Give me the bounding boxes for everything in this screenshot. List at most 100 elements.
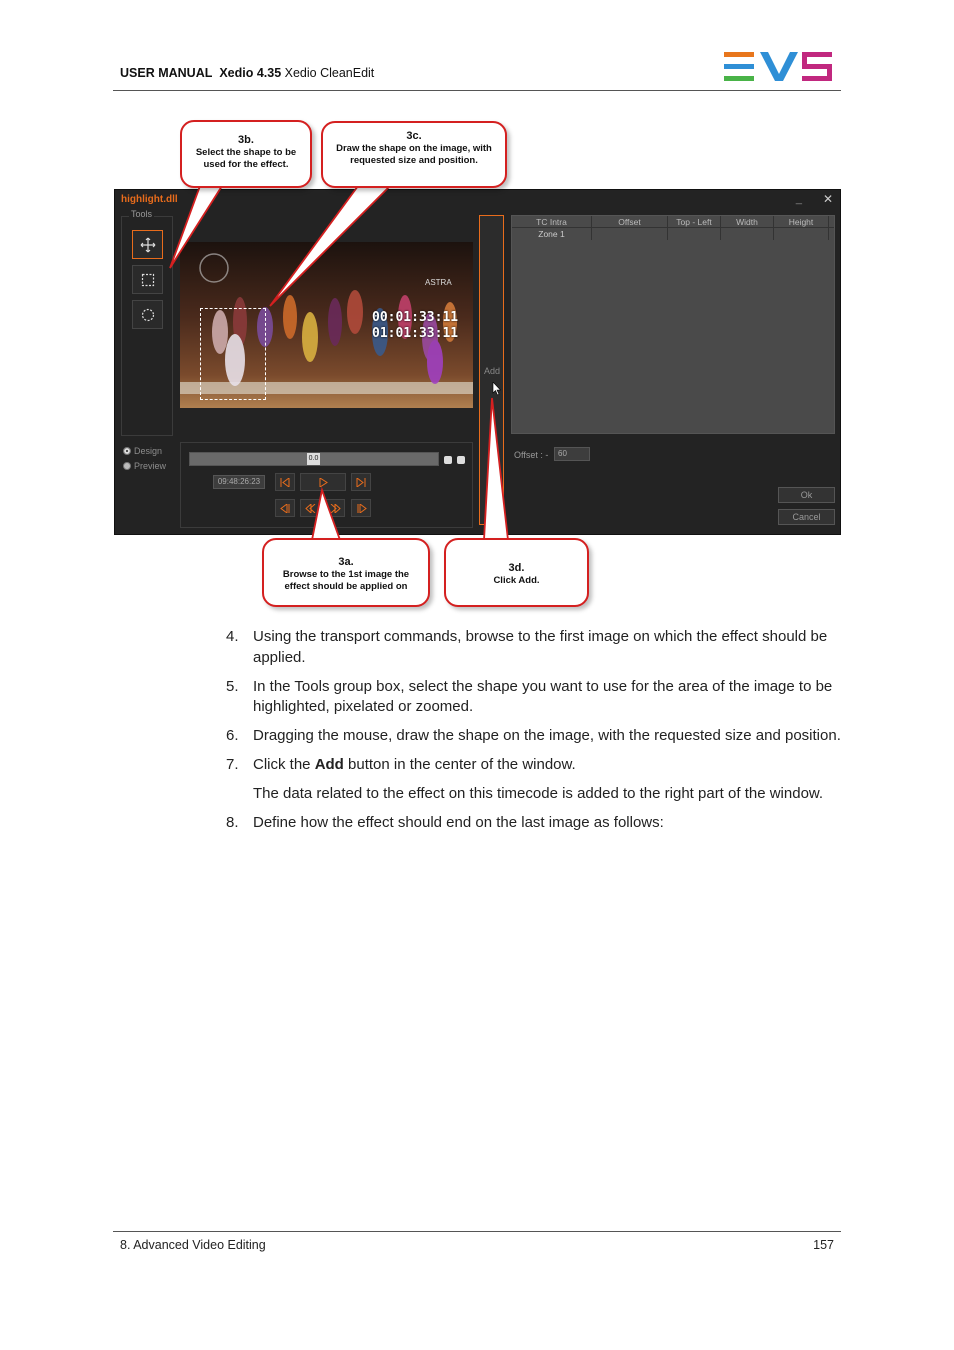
step-4: 4. Using the transport commands, browse …	[226, 627, 841, 668]
table-cell	[721, 228, 774, 240]
add-button-label: Add	[484, 366, 501, 376]
table-row[interactable]: Zone 1	[512, 228, 834, 240]
callout-3c-number: 3c.	[406, 130, 422, 142]
overlay-timecode-2: 01:01:33:11	[372, 326, 459, 341]
tools-group-label: Tools	[129, 209, 155, 219]
module-label: Xedio CleanEdit	[284, 66, 375, 80]
skip-end-icon	[356, 477, 365, 487]
timecode-field[interactable]: 09:48:26:23	[213, 475, 265, 489]
footer-divider	[113, 1231, 841, 1232]
preview-mode-radio[interactable]: Preview	[123, 461, 166, 471]
ellipse-tool-button[interactable]	[132, 300, 163, 329]
mark-in-dot[interactable]	[444, 456, 452, 464]
ok-button[interactable]: Ok	[778, 487, 835, 503]
timeline-handle[interactable]: 0.0	[307, 453, 320, 465]
step-text: Click the Add button in the center of th…	[253, 755, 841, 776]
astra-logo: ASTRA	[425, 278, 452, 287]
previous-frame-button[interactable]	[275, 499, 295, 517]
mark-out-dot[interactable]	[457, 456, 465, 464]
step-8: 8. Define how the effect should end on t…	[226, 813, 841, 834]
timeline-slider[interactable]: 0.0	[189, 452, 439, 466]
step-text-post: button in the center of the window.	[343, 756, 576, 773]
column-header[interactable]: Width	[721, 216, 774, 227]
play-icon	[319, 477, 328, 487]
manual-label: USER MANUAL	[120, 66, 213, 80]
callout-3a: 3a. Browse to the 1st image the effect s…	[262, 538, 430, 607]
step-number: 6.	[226, 727, 239, 744]
window-title: highlight.dll	[121, 194, 178, 205]
product-label: Xedio 4.35	[219, 66, 282, 80]
footer-page-number: 157	[813, 1238, 834, 1252]
next-frame-button[interactable]	[351, 499, 371, 517]
rectangle-select-icon	[141, 273, 154, 286]
step-text: Dragging the mouse, draw the shape on th…	[253, 727, 841, 744]
callout-3c-text: Draw the shape on the image, with reques…	[336, 143, 492, 166]
rectangle-tool-button[interactable]	[132, 265, 163, 294]
step-back-icon	[279, 503, 289, 513]
callout-3d-number: 3d.	[508, 562, 525, 574]
rewind-button[interactable]	[300, 499, 320, 517]
callout-3b-number: 3b.	[238, 134, 254, 146]
table-cell	[592, 228, 668, 240]
video-preview[interactable]: 00:01:33:11 01:01:33:11 ASTRA	[180, 242, 473, 408]
move-arrows-icon	[140, 237, 155, 252]
table-cell: Zone 1	[512, 228, 592, 240]
step-number: 7.	[226, 756, 239, 773]
overlay-timecode-1: 00:01:33:11	[372, 310, 459, 325]
effect-data-table: TC Intra Offset Top - Left Width Height …	[511, 215, 835, 434]
page-header: USER MANUAL Xedio 4.35 Xedio CleanEdit	[120, 66, 374, 80]
mouse-cursor-icon	[492, 382, 501, 396]
timecode-overlay: 00:01:33:11 01:01:33:11	[372, 310, 458, 342]
offset-input[interactable]: 60	[554, 447, 590, 461]
header-divider	[113, 90, 841, 91]
column-header[interactable]: TC Intra	[512, 216, 592, 227]
fast-forward-button[interactable]	[325, 499, 345, 517]
step-text-bold: Add	[314, 756, 344, 773]
callout-3c: 3c. Draw the shape on the image, with re…	[321, 121, 507, 188]
step-number: 5.	[226, 677, 239, 695]
footer-chapter: 8. Advanced Video Editing	[120, 1238, 266, 1252]
step-forward-icon	[357, 503, 367, 513]
offset-label: Offset : -	[514, 450, 548, 460]
design-mode-label: Design	[134, 446, 163, 456]
cancel-button[interactable]: Cancel	[778, 509, 835, 525]
add-button[interactable]: Add	[479, 215, 504, 525]
column-header[interactable]: Height	[774, 216, 829, 227]
fast-forward-icon	[330, 503, 341, 513]
callout-3d-text: Click Add.	[493, 575, 540, 586]
preview-mode-label: Preview	[134, 461, 167, 471]
step-6: 6. Dragging the mouse, draw the shape on…	[226, 726, 841, 747]
callout-3b: 3b. Select the shape to be used for the …	[180, 120, 312, 188]
step-7-note: The data related to the effect on this t…	[253, 785, 824, 802]
table-header: TC Intra Offset Top - Left Width Height	[512, 216, 834, 228]
step-5: 5. In the Tools group box, select the sh…	[226, 677, 841, 718]
radio-indicator	[123, 447, 131, 455]
callout-3a-number: 3a.	[338, 556, 354, 568]
step-text-pre: Click the	[253, 756, 315, 773]
step-number: 4.	[226, 628, 239, 645]
callout-3a-text: Browse to the 1st image the effect shoul…	[282, 569, 410, 592]
move-tool-button[interactable]	[132, 230, 163, 259]
go-to-start-button[interactable]	[275, 473, 295, 491]
callout-3b-text: Select the shape to be used for the effe…	[195, 147, 297, 170]
evs-logo	[724, 52, 832, 81]
column-header[interactable]: Offset	[592, 216, 668, 227]
callout-3d: 3d. Click Add.	[444, 538, 589, 607]
table-cell	[668, 228, 721, 240]
ellipse-select-icon	[141, 308, 154, 321]
step-text: In the Tools group box, select the shape…	[253, 677, 833, 716]
step-text: Using the transport commands, browse to …	[253, 628, 828, 666]
offset-sign: -	[545, 450, 549, 460]
play-button[interactable]	[300, 473, 346, 491]
go-to-end-button[interactable]	[351, 473, 371, 491]
close-button[interactable]: ✕	[823, 192, 833, 206]
table-cell	[774, 228, 829, 240]
drawn-selection-rectangle[interactable]	[200, 308, 266, 400]
design-mode-radio[interactable]: Design	[123, 446, 162, 456]
transport-panel: 0.0 09:48:26:23	[180, 442, 473, 528]
highlight-window: highlight.dll _ ✕ Tools Design Preview 0…	[114, 189, 841, 535]
procedure-steps: 4. Using the transport commands, browse …	[226, 627, 841, 842]
minimize-button[interactable]: _	[796, 193, 802, 205]
step-number: 8.	[226, 814, 239, 831]
column-header[interactable]: Top - Left	[668, 216, 721, 227]
